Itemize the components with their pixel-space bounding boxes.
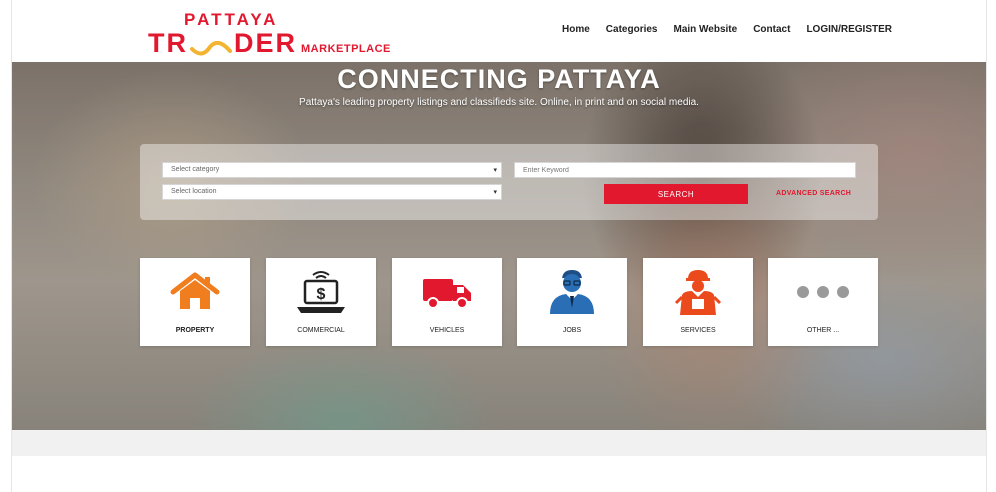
nav-login-register[interactable]: LOGIN/REGISTER <box>806 24 892 35</box>
category-tile-vehicles[interactable]: VEHICLES <box>392 258 502 346</box>
category-tile-property[interactable]: PROPERTY <box>140 258 250 346</box>
chevron-down-icon: ▾ <box>493 167 497 174</box>
page-frame-left <box>0 0 12 492</box>
nav-main-website[interactable]: Main Website <box>673 24 737 35</box>
site-header: PATTAYA TR DER MARKETPLACE Home Categori… <box>12 0 986 62</box>
more-dots-icon <box>768 266 878 318</box>
category-label: PROPERTY <box>175 327 215 334</box>
page-frame-right <box>986 0 996 492</box>
search-panel: Select category ▾ Select location ▾ SEAR… <box>140 144 878 220</box>
worker-icon <box>643 266 753 318</box>
category-label: JOBS <box>562 327 582 334</box>
logo-main-text: TR DER MARKETPLACE <box>148 28 391 59</box>
hero-background-photo <box>12 62 986 430</box>
keyword-input[interactable] <box>514 162 856 178</box>
nav-home[interactable]: Home <box>562 24 590 35</box>
category-label: SERVICES <box>680 327 716 334</box>
logo-main-right: DER <box>234 28 298 58</box>
category-tiles: PROPERTY $ COMMERCIAL VEHICLES JOBS SERV… <box>140 258 880 346</box>
nav-categories[interactable]: Categories <box>606 24 658 35</box>
logo-swoosh-icon <box>188 33 234 59</box>
category-tile-services[interactable]: SERVICES <box>643 258 753 346</box>
category-label: COMMERCIAL <box>297 327 345 334</box>
category-label: VEHICLES <box>429 327 465 334</box>
search-button[interactable]: SEARCH <box>604 184 748 204</box>
location-select-value: Select location <box>171 188 217 195</box>
category-tile-other[interactable]: OTHER ... <box>768 258 878 346</box>
site-logo[interactable]: PATTAYA TR DER MARKETPLACE <box>148 8 428 58</box>
category-select-value: Select category <box>171 166 220 173</box>
svg-text:$: $ <box>317 286 326 303</box>
advanced-search-link[interactable]: ADVANCED SEARCH <box>776 190 851 197</box>
category-label: OTHER ... <box>806 327 840 334</box>
main-nav: Home Categories Main Website Contact LOG… <box>562 24 892 35</box>
laptop-dollar-icon: $ <box>266 266 376 318</box>
location-select[interactable]: Select location ▾ <box>162 184 502 200</box>
businessman-icon <box>517 266 627 318</box>
truck-icon <box>392 266 502 318</box>
hero-subtitle: Pattaya's leading property listings and … <box>299 97 699 108</box>
category-tile-commercial[interactable]: $ COMMERCIAL <box>266 258 376 346</box>
hero-banner: CONNECTING PATTAYA Pattaya's leading pro… <box>12 62 986 430</box>
house-icon <box>140 266 250 318</box>
logo-subtitle: MARKETPLACE <box>301 43 391 55</box>
nav-contact[interactable]: Contact <box>753 24 790 35</box>
category-select[interactable]: Select category ▾ <box>162 162 502 178</box>
below-hero-band <box>12 430 986 456</box>
category-tile-jobs[interactable]: JOBS <box>517 258 627 346</box>
hero-title: CONNECTING PATTAYA <box>337 64 661 94</box>
logo-top-text: PATTAYA <box>184 10 279 29</box>
chevron-down-icon: ▾ <box>493 189 497 196</box>
logo-main-left: TR <box>148 28 188 58</box>
